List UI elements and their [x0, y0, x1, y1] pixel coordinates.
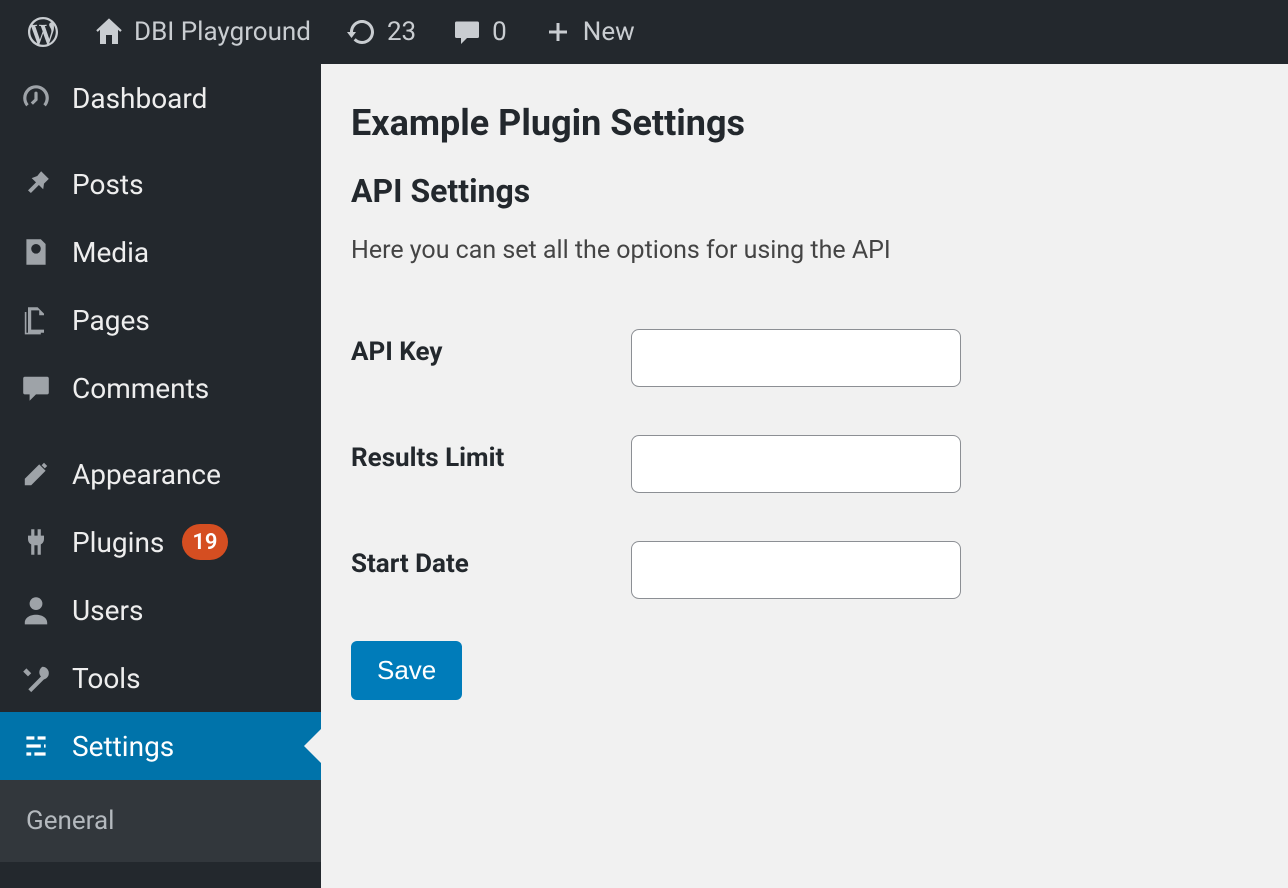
- appearance-icon: [18, 456, 54, 492]
- comments-link[interactable]: 0: [434, 0, 525, 64]
- label-api-key: API Key: [351, 305, 631, 411]
- input-results-limit[interactable]: [631, 435, 961, 493]
- sidebar-item-label: Settings: [72, 730, 174, 763]
- home-icon: [94, 17, 124, 47]
- updates-count: 23: [387, 17, 416, 47]
- updates-link[interactable]: 23: [329, 0, 434, 64]
- users-icon: [18, 592, 54, 628]
- wp-logo-menu[interactable]: [10, 0, 76, 64]
- tools-icon: [18, 660, 54, 696]
- pages-icon: [18, 302, 54, 338]
- sidebar-item-plugins[interactable]: Plugins 19: [0, 508, 321, 576]
- settings-icon: [18, 728, 54, 764]
- section-description: Here you can set all the options for usi…: [351, 236, 1258, 265]
- sidebar-item-settings[interactable]: Settings: [0, 712, 321, 780]
- sidebar-item-label: Plugins: [72, 526, 164, 559]
- comments-count: 0: [492, 17, 507, 47]
- sidebar-item-pages[interactable]: Pages: [0, 286, 321, 354]
- label-results-limit: Results Limit: [351, 411, 631, 517]
- plus-icon: [543, 17, 573, 47]
- wordpress-icon: [28, 17, 58, 47]
- sidebar-item-label: Media: [72, 236, 149, 269]
- section-title: API Settings: [351, 172, 1258, 210]
- input-api-key[interactable]: [631, 329, 961, 387]
- sidebar-item-posts[interactable]: Posts: [0, 150, 321, 218]
- settings-submenu: General: [0, 780, 321, 862]
- site-name-link[interactable]: DBI Playground: [76, 0, 329, 64]
- input-start-date[interactable]: [631, 541, 961, 599]
- row-results-limit: Results Limit: [351, 411, 1151, 517]
- sidebar-item-label: Users: [72, 594, 143, 627]
- row-start-date: Start Date: [351, 517, 1151, 623]
- row-api-key: API Key: [351, 305, 1151, 411]
- dashboard-icon: [18, 80, 54, 116]
- submenu-item-general[interactable]: General: [0, 794, 321, 848]
- plugins-update-badge: 19: [182, 524, 227, 560]
- sidebar-item-tools[interactable]: Tools: [0, 644, 321, 712]
- sidebar-item-label: Posts: [72, 168, 144, 201]
- new-content-link[interactable]: New: [525, 0, 653, 64]
- sidebar-item-media[interactable]: Media: [0, 218, 321, 286]
- label-start-date: Start Date: [351, 517, 631, 623]
- sidebar-item-users[interactable]: Users: [0, 576, 321, 644]
- sidebar-item-label: Appearance: [72, 458, 221, 491]
- update-icon: [347, 17, 377, 47]
- sidebar-item-appearance[interactable]: Appearance: [0, 440, 321, 508]
- sidebar-item-dashboard[interactable]: Dashboard: [0, 64, 321, 132]
- sidebar-item-label: Comments: [72, 372, 209, 405]
- new-label: New: [583, 17, 635, 47]
- settings-form-table: API Key Results Limit Start Date: [351, 305, 1151, 623]
- sidebar-item-label: Tools: [72, 662, 141, 695]
- plugin-icon: [18, 524, 54, 560]
- sidebar-item-label: Pages: [72, 304, 150, 337]
- sidebar-item-label: Dashboard: [72, 82, 207, 115]
- media-icon: [18, 234, 54, 270]
- admin-sidebar: Dashboard Posts Media Pages Commen: [0, 64, 321, 888]
- sidebar-item-comments[interactable]: Comments: [0, 354, 321, 422]
- page-title: Example Plugin Settings: [351, 102, 1258, 144]
- comments-icon: [18, 370, 54, 406]
- comment-icon: [452, 17, 482, 47]
- site-title: DBI Playground: [134, 17, 311, 47]
- pushpin-icon: [18, 166, 54, 202]
- admin-toolbar: DBI Playground 23 0 New: [0, 0, 1288, 64]
- save-button[interactable]: Save: [351, 641, 462, 700]
- content-area: Example Plugin Settings API Settings Her…: [321, 64, 1288, 888]
